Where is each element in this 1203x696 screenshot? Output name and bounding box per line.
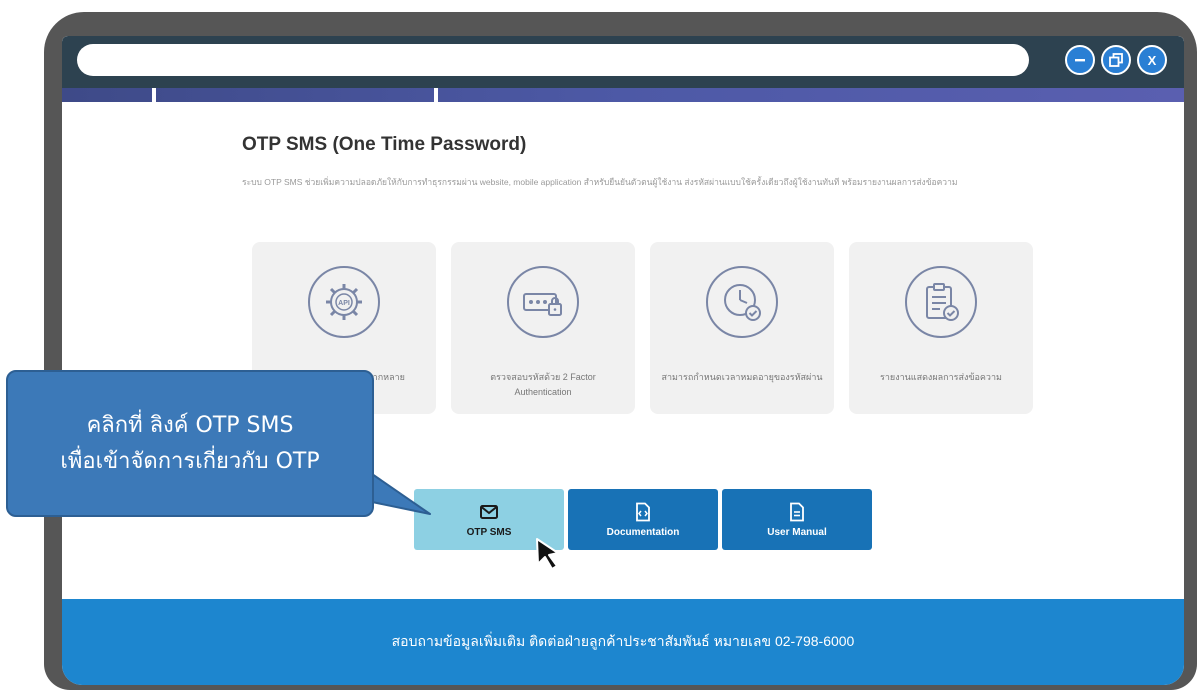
- feature-label: รายงานแสดงผลการส่งข้อความ: [880, 372, 1002, 382]
- callout-pointer: [372, 473, 431, 515]
- feature-icon-circle: [706, 266, 778, 338]
- feature-icon-circle: [905, 266, 977, 338]
- feature-icon-circle: API: [308, 266, 380, 338]
- page-description: ระบบ OTP SMS ช่วยเพิ่มความปลอดภัยให้กับก…: [242, 177, 958, 187]
- feature-label: สามารถกำหนดเวลาหมดอายุของรหัสผ่าน: [661, 372, 823, 382]
- user-manual-button[interactable]: User Manual: [722, 489, 872, 550]
- close-button[interactable]: X: [1137, 45, 1167, 75]
- feature-card-report: รายงานแสดงผลการส่งข้อความ: [849, 242, 1033, 414]
- api-gear-icon: API: [326, 284, 362, 320]
- nav-divider: [434, 88, 438, 102]
- code-document-icon: [636, 502, 650, 521]
- footer-bar: สอบถามข้อมูลเพิ่มเติม ติดต่อฝ่ายลูกค้าปร…: [62, 599, 1184, 685]
- password-lock-icon: [523, 293, 562, 316]
- otp-sms-label: OTP SMS: [466, 526, 512, 538]
- documentation-label: Documentation: [606, 526, 680, 538]
- minus-icon: [1075, 59, 1085, 62]
- feature-icon-circle: [507, 266, 579, 338]
- nav-strip: [62, 88, 1184, 102]
- instruction-callout: คลิกที่ ลิงค์ OTP SMS เพื่อเข้าจัดการเกี…: [6, 370, 374, 517]
- clipboard-report-icon: [926, 283, 959, 321]
- feature-card-2fa: ตรวจสอบรหัสด้วย 2 Factor Authentication: [451, 242, 635, 414]
- feature-card-expiry: สามารถกำหนดเวลาหมดอายุของรหัสผ่าน: [650, 242, 834, 414]
- page-title: OTP SMS (One Time Password): [242, 134, 527, 155]
- restore-button[interactable]: [1101, 45, 1131, 75]
- title-bar: X: [62, 36, 1184, 88]
- svg-text:API: API: [338, 300, 350, 307]
- document-icon: [790, 502, 804, 521]
- address-bar[interactable]: [77, 44, 1029, 76]
- documentation-button[interactable]: Documentation: [568, 489, 718, 550]
- minimize-button[interactable]: [1065, 45, 1095, 75]
- mouse-pointer-icon: [536, 538, 559, 570]
- clock-check-icon: [724, 284, 761, 321]
- restore-icon: [1109, 53, 1123, 67]
- user-manual-label: User Manual: [767, 526, 827, 538]
- footer-contact-text: สอบถามข้อมูลเพิ่มเติม ติดต่อฝ่ายลูกค้าปร…: [391, 633, 855, 649]
- close-icon: X: [1147, 52, 1157, 68]
- nav-divider: [152, 88, 156, 102]
- callout-line-2: เพื่อเข้าจัดการเกี่ยวกับ OTP: [60, 448, 320, 474]
- feature-label: ตรวจสอบรหัสด้วย 2 Factor Authentication: [490, 372, 596, 397]
- envelope-icon: [480, 504, 498, 519]
- browser-window: X OTP SMS (One Time Password) ระบบ OTP S…: [62, 36, 1184, 685]
- callout-line-1: คลิกที่ ลิงค์ OTP SMS: [86, 412, 294, 438]
